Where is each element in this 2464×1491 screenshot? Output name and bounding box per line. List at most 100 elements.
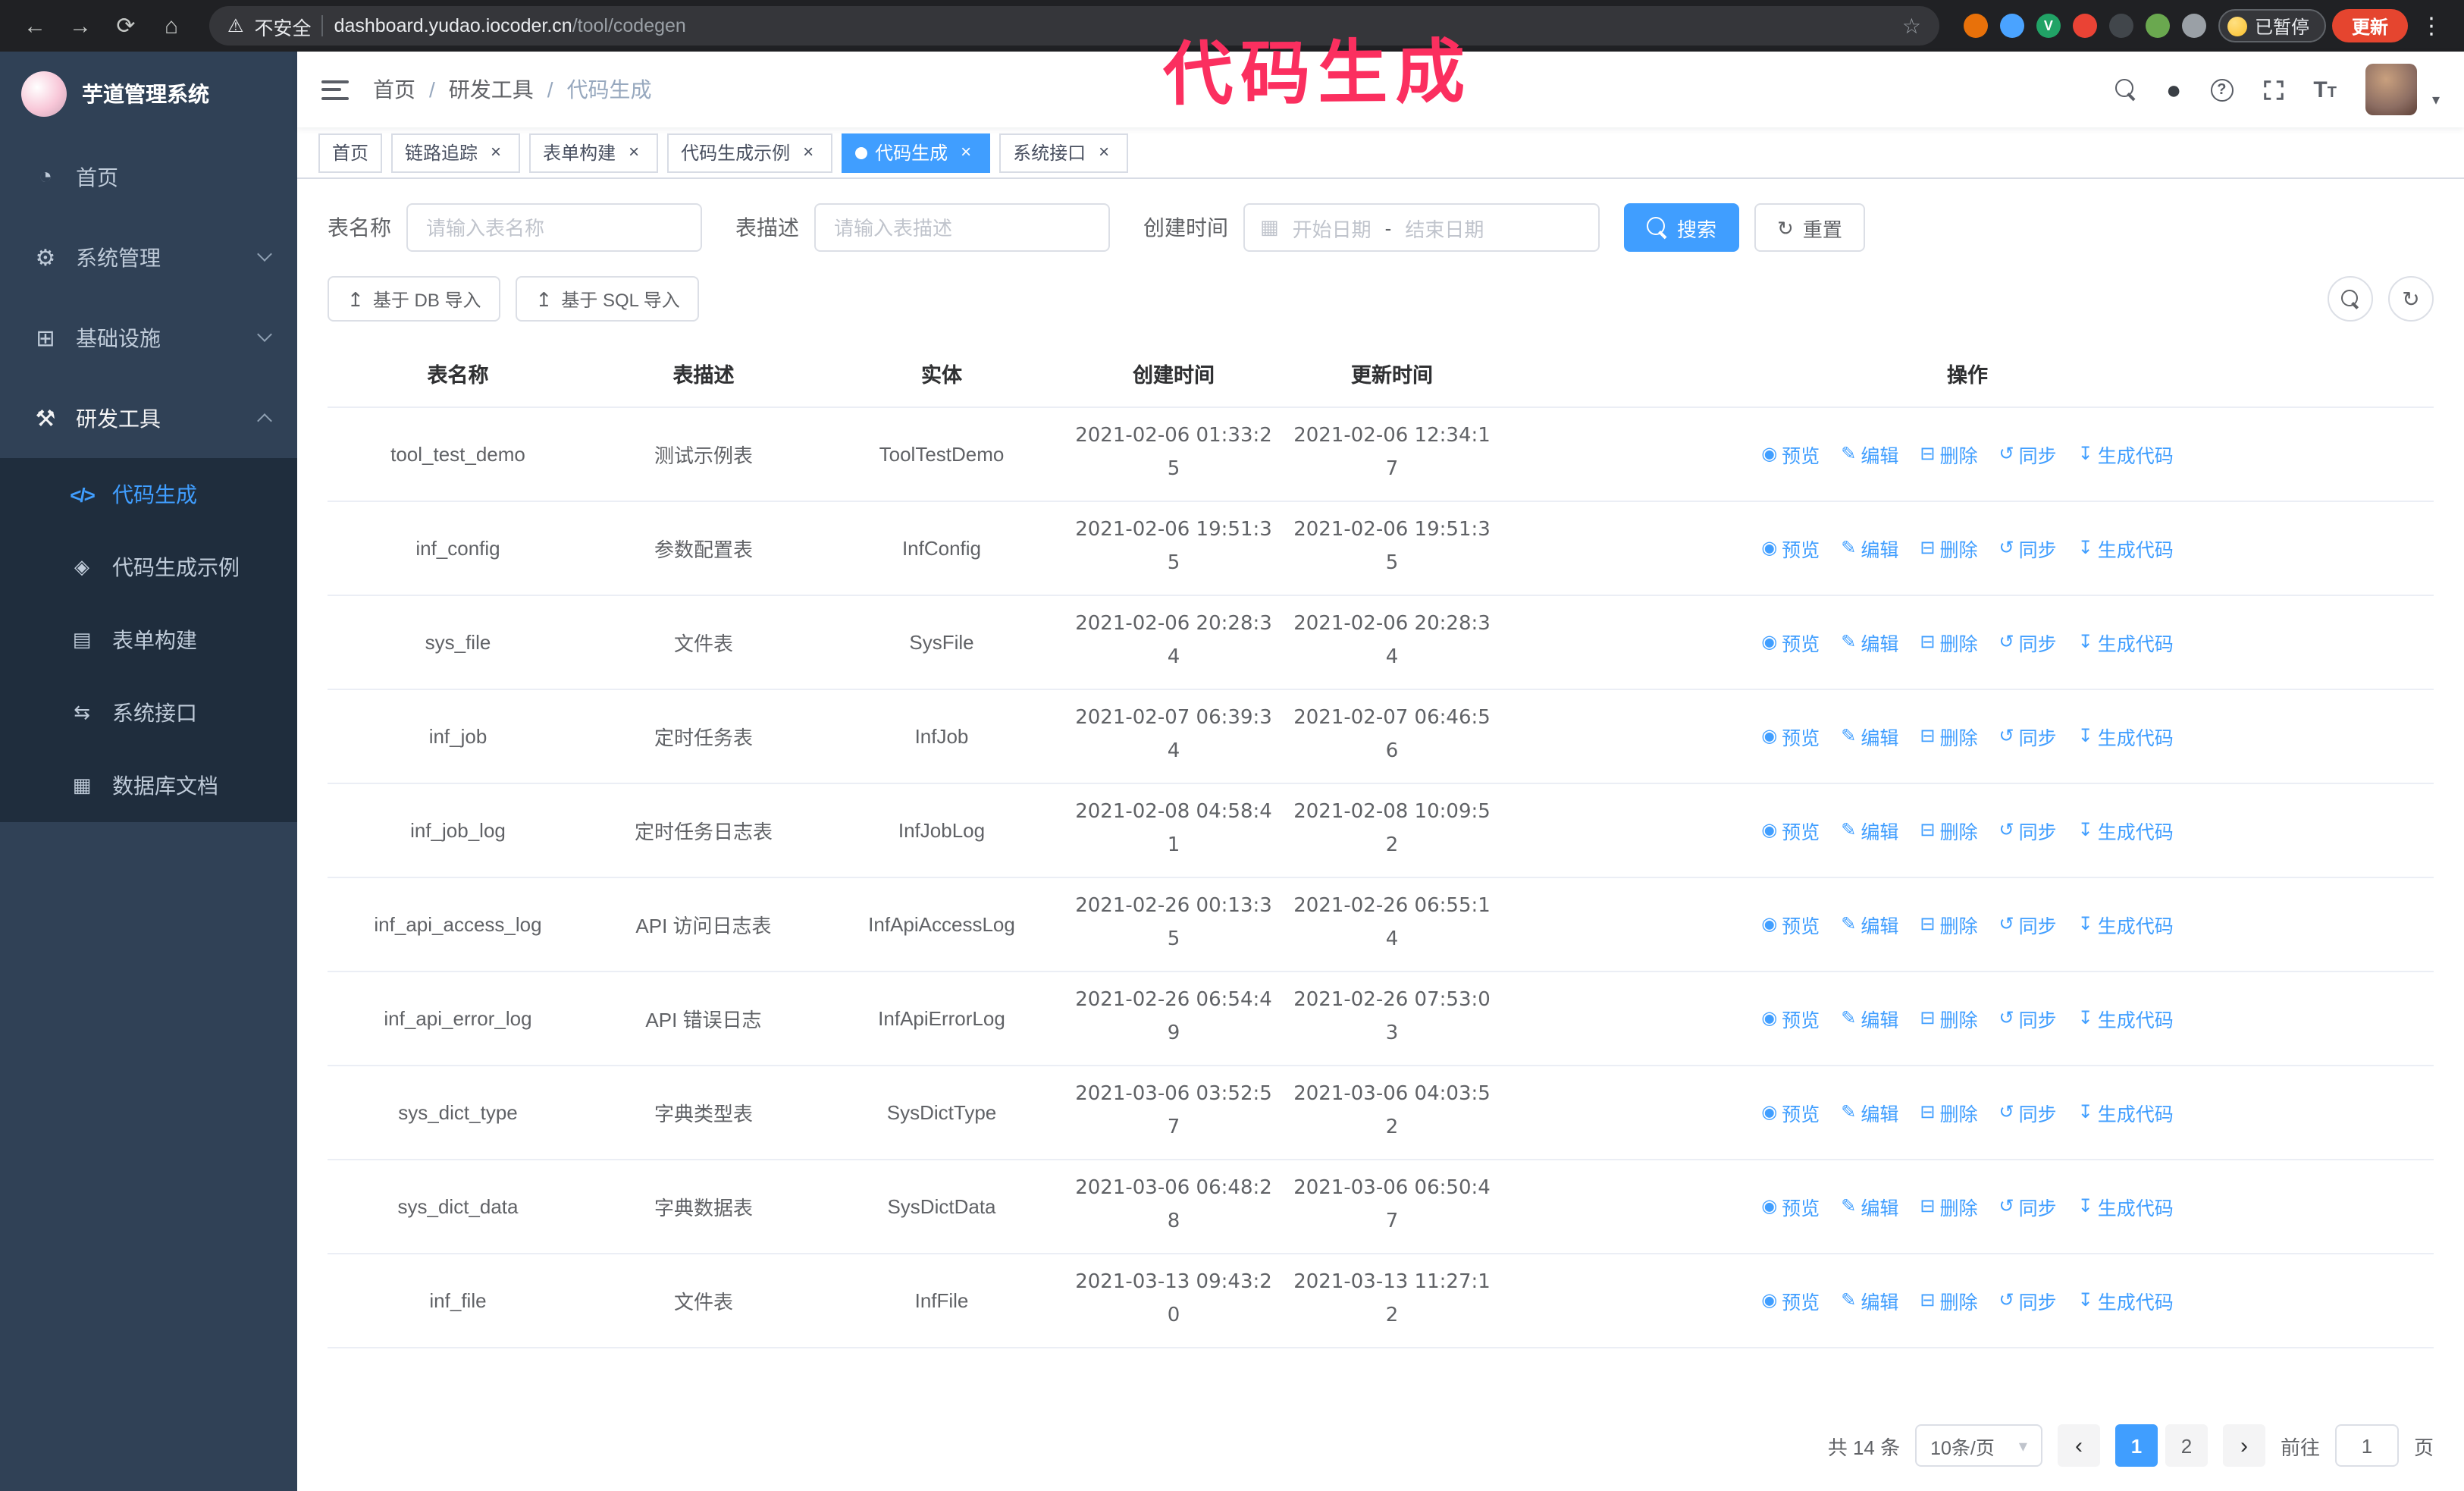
preview-button[interactable]: ◉ 预览 [1761, 1097, 1820, 1126]
delete-button[interactable]: ⊟ 删除 [1920, 815, 1977, 844]
import-sql-button[interactable]: ↥ 基于 SQL 导入 [516, 276, 700, 322]
sync-button[interactable]: ↺ 同步 [1999, 533, 2057, 562]
preview-button[interactable]: ◉ 预览 [1761, 909, 1820, 938]
generate-button[interactable]: ↧ 生成代码 [2078, 815, 2174, 844]
preview-button[interactable]: ◉ 预览 [1761, 533, 1820, 562]
edit-button[interactable]: ✎ 编辑 [1841, 909, 1898, 938]
next-page-button[interactable]: › [2222, 1424, 2265, 1467]
delete-button[interactable]: ⊟ 删除 [1920, 1191, 1977, 1220]
table-name-input[interactable] [406, 203, 702, 252]
delete-button[interactable]: ⊟ 删除 [1920, 533, 1977, 562]
edit-button[interactable]: ✎ 编辑 [1841, 1003, 1898, 1032]
sidebar-item-system[interactable]: ⚙ 系统管理 [0, 217, 297, 297]
edit-button[interactable]: ✎ 编辑 [1841, 1285, 1898, 1314]
preview-button[interactable]: ◉ 预览 [1761, 1003, 1820, 1032]
extension-grid[interactable] [2072, 14, 2097, 38]
breadcrumb-item[interactable]: 首页 [373, 74, 415, 105]
sync-button[interactable]: ↺ 同步 [1999, 1191, 2057, 1220]
edit-button[interactable]: ✎ 编辑 [1841, 721, 1898, 750]
edit-button[interactable]: ✎ 编辑 [1841, 627, 1898, 656]
generate-button[interactable]: ↧ 生成代码 [2078, 1097, 2174, 1126]
help-icon[interactable]: ? [2210, 78, 2234, 101]
github-icon[interactable]: ● [2166, 77, 2182, 102]
edit-button[interactable]: ✎ 编辑 [1841, 1097, 1898, 1126]
delete-button[interactable]: ⊟ 删除 [1920, 1285, 1977, 1314]
preview-button[interactable]: ◉ 预览 [1761, 627, 1820, 656]
generate-button[interactable]: ↧ 生成代码 [2078, 533, 2174, 562]
breadcrumb-item[interactable]: 研发工具 [449, 74, 534, 105]
fullscreen-icon[interactable] [2262, 78, 2284, 101]
sidebar-subitem-codegen-demo[interactable]: ◈ 代码生成示例 [0, 531, 297, 604]
avatar[interactable] [2365, 64, 2417, 115]
extension-puzzle[interactable] [2181, 14, 2206, 38]
search-icon[interactable] [2115, 79, 2137, 100]
preview-button[interactable]: ◉ 预览 [1761, 1191, 1820, 1220]
tab-form-builder[interactable]: 表单构建 × [529, 133, 659, 172]
avatar-caret-icon[interactable]: ▾ [2432, 93, 2440, 115]
extension-blue[interactable] [1999, 14, 2024, 38]
refresh-table-button[interactable]: ↻ [2388, 276, 2434, 322]
extension-green-v[interactable]: V [2036, 14, 2061, 38]
sync-button[interactable]: ↺ 同步 [1999, 815, 2057, 844]
generate-button[interactable]: ↧ 生成代码 [2078, 909, 2174, 938]
sidebar-item-home[interactable]: ◔ 首页 [0, 137, 297, 217]
toggle-search-button[interactable] [2328, 276, 2373, 322]
reset-button[interactable]: ↻ 重置 [1754, 203, 1865, 252]
sync-button[interactable]: ↺ 同步 [1999, 1285, 2057, 1314]
page-size-select[interactable]: 10条/页 ▾ [1915, 1424, 2042, 1467]
update-button[interactable]: 更新 [2331, 9, 2408, 42]
browser-menu-icon[interactable]: ⋮ [2414, 12, 2449, 39]
sidebar-subitem-db-doc[interactable]: ▦ 数据库文档 [0, 749, 297, 822]
preview-button[interactable]: ◉ 预览 [1761, 439, 1820, 468]
generate-button[interactable]: ↧ 生成代码 [2078, 1191, 2174, 1220]
close-icon[interactable]: × [798, 141, 819, 163]
generate-button[interactable]: ↧ 生成代码 [2078, 1003, 2174, 1032]
close-icon[interactable]: × [955, 141, 977, 163]
delete-button[interactable]: ⊟ 删除 [1920, 721, 1977, 750]
sync-button[interactable]: ↺ 同步 [1999, 1097, 2057, 1126]
generate-button[interactable]: ↧ 生成代码 [2078, 721, 2174, 750]
sync-button[interactable]: ↺ 同步 [1999, 909, 2057, 938]
edit-button[interactable]: ✎ 编辑 [1841, 533, 1898, 562]
sidebar-subitem-codegen[interactable]: </> 代码生成 [0, 458, 297, 531]
sync-button[interactable]: ↺ 同步 [1999, 439, 2057, 468]
breadcrumb-item[interactable]: 代码生成 [567, 74, 652, 105]
import-db-button[interactable]: ↥ 基于 DB 导入 [328, 276, 501, 322]
edit-button[interactable]: ✎ 编辑 [1841, 815, 1898, 844]
reload-button[interactable]: ⟳ [106, 6, 146, 46]
edit-button[interactable]: ✎ 编辑 [1841, 439, 1898, 468]
tab-tracer[interactable]: 链路追踪 × [391, 133, 521, 172]
sidebar-item-infra[interactable]: ⊞ 基础设施 [0, 297, 297, 378]
generate-button[interactable]: ↧ 生成代码 [2078, 439, 2174, 468]
tab-home[interactable]: 首页 [318, 133, 383, 172]
address-bar[interactable]: ⚠ 不安全 dashboard.yudao.iocoder.cn/tool/co… [209, 6, 1939, 46]
generate-button[interactable]: ↧ 生成代码 [2078, 627, 2174, 656]
tab-codegen-demo[interactable]: 代码生成示例 × [667, 133, 833, 172]
preview-button[interactable]: ◉ 预览 [1761, 721, 1820, 750]
home-button[interactable]: ⌂ [152, 6, 191, 46]
extension-dark[interactable] [2108, 14, 2133, 38]
generate-button[interactable]: ↧ 生成代码 [2078, 1285, 2174, 1314]
prev-page-button[interactable]: ‹ [2057, 1424, 2100, 1467]
sync-button[interactable]: ↺ 同步 [1999, 1003, 2057, 1032]
delete-button[interactable]: ⊟ 删除 [1920, 627, 1977, 656]
preview-button[interactable]: ◉ 预览 [1761, 815, 1820, 844]
tab-api[interactable]: 系统接口 × [999, 133, 1129, 172]
delete-button[interactable]: ⊟ 删除 [1920, 1097, 1977, 1126]
close-icon[interactable]: × [1093, 141, 1114, 163]
sidebar-subitem-api[interactable]: ⇆ 系统接口 [0, 676, 297, 749]
extension-leaf[interactable] [2145, 14, 2170, 38]
tab-codegen[interactable]: 代码生成 × [842, 133, 991, 172]
bookmark-star-icon[interactable]: ☆ [1902, 13, 1921, 39]
goto-page-input[interactable] [2334, 1424, 2399, 1467]
sidebar-item-devtools[interactable]: ⚒ 研发工具 [0, 378, 297, 458]
paused-badge[interactable]: 已暂停 [2218, 9, 2326, 42]
extension-orange[interactable] [1963, 14, 1988, 38]
delete-button[interactable]: ⊟ 删除 [1920, 909, 1977, 938]
app-logo[interactable]: 芋道管理系统 [0, 52, 297, 137]
sync-button[interactable]: ↺ 同步 [1999, 721, 2057, 750]
close-icon[interactable]: × [623, 141, 644, 163]
delete-button[interactable]: ⊟ 删除 [1920, 439, 1977, 468]
preview-button[interactable]: ◉ 预览 [1761, 1285, 1820, 1314]
sync-button[interactable]: ↺ 同步 [1999, 627, 2057, 656]
